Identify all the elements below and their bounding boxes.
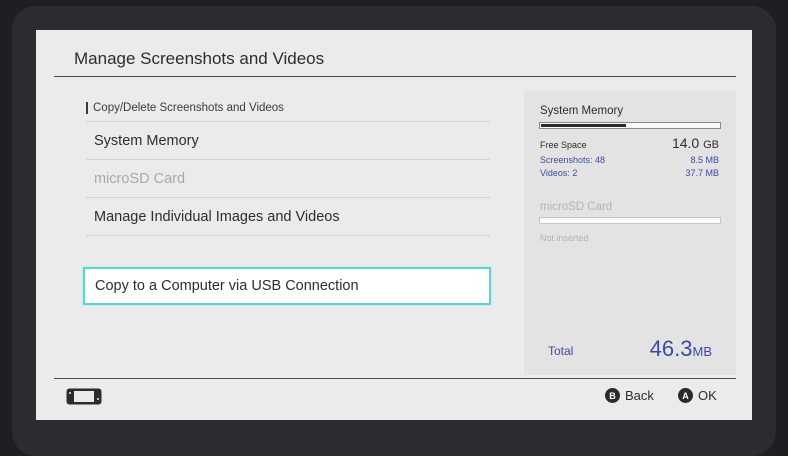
videos-count: Videos: 2 xyxy=(540,168,578,178)
b-button-icon: B xyxy=(605,388,620,403)
screen: Manage Screenshots and Videos Copy/Delet… xyxy=(36,30,752,420)
menu-divider xyxy=(86,121,490,122)
ok-button[interactable]: A OK xyxy=(678,388,717,403)
videos-size: 37.7 MB xyxy=(685,168,719,178)
menu-item-system-memory[interactable]: System Memory xyxy=(94,133,199,149)
total-value: 46.3MB xyxy=(649,336,712,361)
microsd-label: microSD Card xyxy=(540,201,613,213)
system-memory-label: System Memory xyxy=(540,105,624,117)
microsd-usage-bar xyxy=(539,217,721,224)
screenshots-size: 8.5 MB xyxy=(690,155,719,165)
menu-divider xyxy=(86,159,490,160)
a-button-icon: A xyxy=(678,388,693,403)
menu-item-manage-individual[interactable]: Manage Individual Images and Videos xyxy=(94,209,340,225)
total-label: Total xyxy=(548,344,574,358)
storage-info-panel: System Memory Free Space 14.0 GB Screens… xyxy=(524,90,736,375)
free-space-label: Free Space xyxy=(540,140,587,150)
ok-button-label: OK xyxy=(698,388,717,403)
menu-divider xyxy=(86,235,490,236)
menu-item-microsd-card[interactable]: microSD Card xyxy=(94,171,185,187)
page-title: Manage Screenshots and Videos xyxy=(74,49,325,68)
system-memory-usage-bar xyxy=(539,122,721,129)
usb-copy-button[interactable]: Copy to a Computer via USB Connection xyxy=(83,267,491,305)
back-button[interactable]: B Back xyxy=(605,388,654,403)
screenshots-count: Screenshots: 48 xyxy=(540,155,606,165)
console-icon xyxy=(66,388,102,405)
free-space-value: 14.0 GB xyxy=(671,135,719,151)
usb-copy-button-label: Copy to a Computer via USB Connection xyxy=(95,278,359,294)
system-memory-usage-fill xyxy=(541,124,626,127)
footer-divider xyxy=(54,378,736,379)
menu-divider xyxy=(86,197,490,198)
microsd-status: Not inserted xyxy=(540,233,589,243)
title-divider xyxy=(54,76,736,77)
section-label: Copy/Delete Screenshots and Videos xyxy=(86,102,284,114)
back-button-label: Back xyxy=(625,388,654,403)
